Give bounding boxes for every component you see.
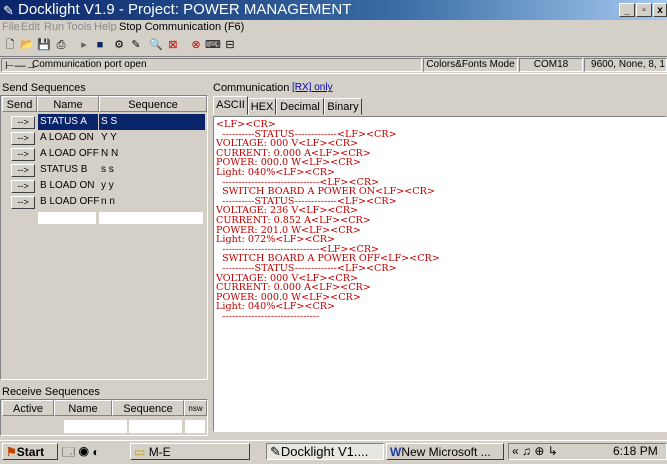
mode-indicator: Colors&Fonts Mode: [423, 58, 518, 72]
receive-sequences-table: Active Name Sequence nsw: [0, 399, 208, 436]
new-sequence-row[interactable]: [1, 210, 207, 226]
menu-stop-communication[interactable]: Stop Communication (F6): [119, 21, 244, 33]
menu-file[interactable]: File: [2, 21, 20, 33]
send-sequences-table: Send Name Sequence --> STATUS AS S --> A LO…: [0, 95, 208, 380]
send-sequence-row[interactable]: --> STATUS AS S: [1, 114, 207, 130]
play-icon[interactable]: ▸: [76, 38, 92, 53]
send-sequence-row[interactable]: --> B LOAD ON y y: [1, 178, 207, 194]
receive-sequences-title: Receive Sequences: [2, 386, 100, 398]
menu-run[interactable]: Run: [44, 21, 64, 33]
folder-icon: ▭: [134, 445, 146, 459]
rx-only-link[interactable]: [RX] only: [292, 82, 333, 93]
app-icon: ✎: [3, 3, 14, 18]
menu-tools[interactable]: Tools: [66, 21, 92, 33]
window-title: Docklight V1.9 - Project: POWER MANAGEME…: [18, 1, 352, 18]
new-icon[interactable]: 🗋: [2, 38, 18, 53]
taskbar-item-docklight[interactable]: ✎Docklight V1....: [266, 443, 384, 460]
new-sequence-value-input[interactable]: [99, 212, 203, 224]
menu-help[interactable]: Help: [94, 21, 117, 33]
save-icon[interactable]: 💾: [36, 38, 52, 53]
receive-sequence-input[interactable]: [129, 420, 182, 433]
send-button[interactable]: -->: [11, 116, 35, 129]
log-line: ------------------------------: [216, 311, 320, 322]
send-button[interactable]: -->: [11, 196, 35, 209]
start-button[interactable]: ⚑Start: [2, 443, 58, 460]
system-tray: « ♫ ⊕ ↳ 6:18 PM: [508, 443, 667, 460]
tab-ascii[interactable]: ASCII: [213, 96, 248, 115]
clock: 6:18 PM: [613, 444, 658, 458]
ruler-icon[interactable]: ⊟: [222, 38, 238, 53]
col-receive-sequence[interactable]: Sequence: [112, 400, 184, 416]
col-receive-name[interactable]: Name: [54, 400, 112, 416]
minimize-button[interactable]: _: [619, 3, 635, 17]
snapshot-icon[interactable]: ⊗: [188, 38, 204, 53]
sequence-value: N N: [101, 148, 119, 159]
sequence-value: S S: [99, 114, 205, 130]
find-icon[interactable]: 🔍: [148, 38, 164, 53]
taskbar-item-me[interactable]: ▭ M-E: [130, 443, 250, 460]
communication-log[interactable]: <LF><CR> ----------STATUS-------------<L…: [213, 116, 667, 432]
toolbar: 🗋 📂 💾 ⎙ ▸ ■ ⚙ ✎ 🔍 ⊠ ⊗ ⌨ ⊟: [0, 37, 667, 55]
sequence-name: A LOAD ON: [40, 132, 94, 143]
keyboard-icon[interactable]: ⌨: [205, 38, 221, 53]
send-button[interactable]: -->: [11, 132, 35, 145]
col-sequence[interactable]: Sequence: [99, 96, 207, 112]
sequence-name: STATUS B: [40, 164, 88, 175]
send-sequence-row[interactable]: --> STATUS B s s: [1, 162, 207, 178]
windows-logo-icon: ⚑: [6, 445, 17, 459]
stop-icon[interactable]: ■: [92, 38, 108, 53]
maximize-button[interactable]: ▫: [636, 3, 652, 17]
settings-icon[interactable]: ⚙: [111, 38, 127, 53]
send-sequence-row[interactable]: --> B LOAD OFF n n: [1, 194, 207, 210]
receive-answer-input[interactable]: [185, 420, 205, 433]
menu-bar: File Edit Run Tools Help Stop Communicat…: [0, 20, 667, 36]
docklight-icon: ✎: [270, 444, 281, 459]
sequence-value: s s: [101, 164, 114, 175]
send-sequence-row[interactable]: --> A LOAD OFF N N: [1, 146, 207, 162]
tray-icons[interactable]: « ♫ ⊕ ↳: [512, 444, 558, 459]
settings-indicator: 9600, None, 8, 1: [584, 58, 667, 72]
send-button[interactable]: -->: [11, 180, 35, 193]
sequence-value: y y: [101, 180, 114, 191]
sequence-name: B LOAD OFF: [40, 196, 100, 207]
sequence-name: B LOAD ON: [40, 180, 95, 191]
send-button[interactable]: -->: [11, 164, 35, 177]
send-button[interactable]: -->: [11, 148, 35, 161]
com-port-indicator: COM18: [519, 58, 583, 72]
taskbar: ⚑Start 🗔 ◉ ◐ ▭ M-E ✎Docklight V1.... WNe…: [0, 440, 667, 461]
quick-launch-icons: 🗔 ◉ ◐: [62, 445, 100, 459]
port-status-text: Communication port open: [32, 59, 147, 70]
sequence-value: n n: [101, 196, 115, 207]
menu-edit[interactable]: Edit: [21, 21, 40, 33]
word-icon: W: [390, 445, 402, 459]
tab-binary[interactable]: Binary: [324, 98, 362, 115]
clear-icon[interactable]: ⊠: [165, 38, 181, 53]
title-bar: ✎ Docklight V1.9 - Project: POWER MANAGE…: [0, 0, 667, 20]
tab-hex[interactable]: HEX: [248, 98, 276, 115]
edit-icon[interactable]: ✎: [128, 38, 144, 53]
send-sequences-title: Send Sequences: [2, 82, 86, 94]
print-icon[interactable]: ⎙: [53, 38, 69, 53]
sequence-name: STATUS A: [38, 114, 98, 130]
taskbar-item-word[interactable]: WNew Microsoft ...: [386, 443, 504, 460]
col-answer[interactable]: nsw: [184, 400, 207, 416]
status-line: ⊢—→ Communication port open Colors&Fonts…: [0, 56, 667, 74]
send-rows: --> STATUS AS S --> A LOAD ON Y Y --> A LOAD O…: [1, 114, 207, 314]
close-button[interactable]: x: [653, 3, 667, 17]
receive-name-input[interactable]: [64, 420, 127, 433]
col-send[interactable]: Send: [2, 96, 37, 112]
communication-label: Communication: [213, 82, 290, 94]
sequence-value: Y Y: [101, 132, 117, 143]
new-sequence-name-input[interactable]: [38, 212, 96, 224]
col-active[interactable]: Active: [2, 400, 54, 416]
sequence-name: A LOAD OFF: [40, 148, 99, 159]
port-status-panel: ⊢—→ Communication port open: [1, 58, 422, 72]
tab-decimal[interactable]: Decimal: [276, 98, 324, 115]
open-icon[interactable]: 📂: [19, 38, 35, 53]
col-name[interactable]: Name: [37, 96, 99, 112]
send-sequence-row[interactable]: --> A LOAD ON Y Y: [1, 130, 207, 146]
